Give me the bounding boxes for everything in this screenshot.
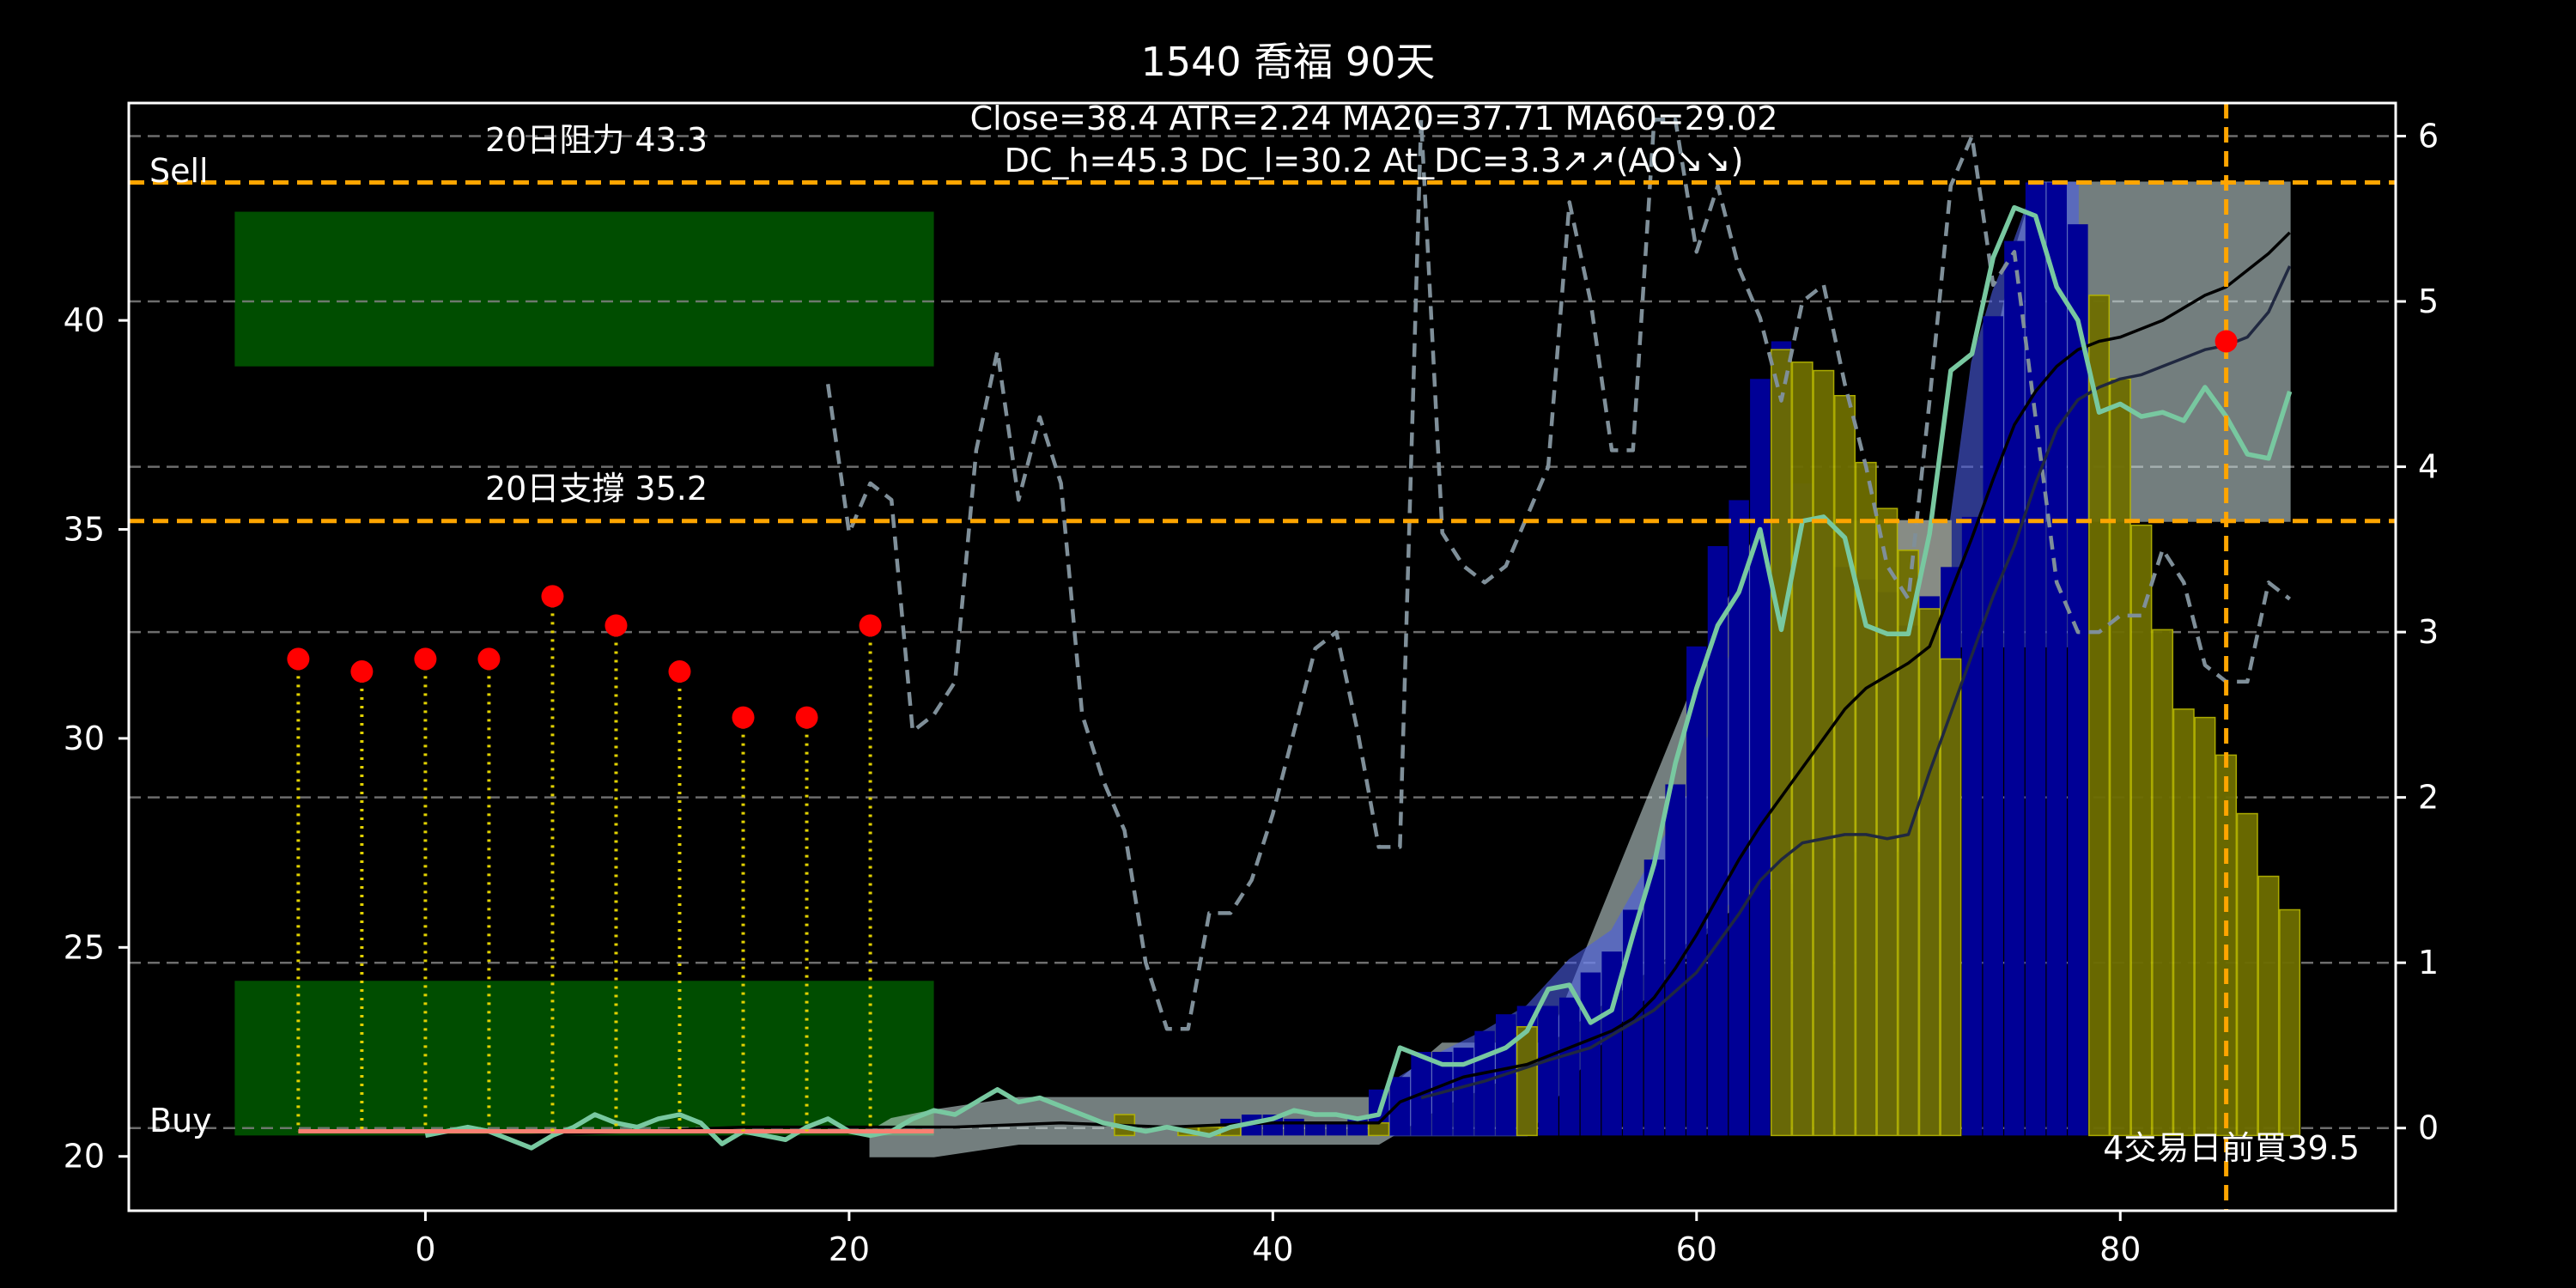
y2-tick-label: 4 — [2418, 448, 2439, 486]
x-tick-label: 40 — [1252, 1230, 1293, 1268]
blue-bar — [1559, 997, 1580, 1136]
olive-bar — [1368, 1122, 1390, 1137]
signal-point — [477, 647, 501, 671]
y2-tick-label: 3 — [2418, 613, 2439, 651]
signal-point — [795, 706, 818, 729]
signal-point — [287, 647, 310, 671]
blue-bar — [1750, 379, 1771, 1136]
sell-zone — [234, 211, 934, 367]
blue-bar — [1707, 546, 1728, 1136]
y2-tick-label: 6 — [2418, 118, 2439, 155]
olive-bar — [1791, 361, 1814, 1137]
olive-bar — [2194, 716, 2216, 1137]
signal-point — [668, 660, 691, 683]
blue-bar — [1961, 516, 1983, 1136]
olive-bar — [2172, 708, 2195, 1137]
blue-bar — [1580, 972, 1601, 1136]
olive-bar — [1516, 1026, 1538, 1137]
chart-title: 1540 喬福 90天 — [1141, 39, 1436, 85]
blue-bar — [1347, 1118, 1368, 1136]
signal-point — [350, 660, 374, 683]
blue-bar — [1326, 1122, 1347, 1136]
support-label: 20日支撐 35.2 — [485, 470, 708, 507]
olive-bar — [2152, 629, 2174, 1137]
buy-zone — [234, 981, 934, 1136]
signal-point — [2215, 330, 2238, 353]
olive-bar — [1918, 608, 1941, 1137]
stats-line-2: DC_h=45.3 DC_l=30.2 At_DC=3.3↗↗(AO↘↘) — [1005, 142, 1744, 179]
olive-bar — [2109, 378, 2131, 1137]
blue-bar — [2004, 240, 2025, 1136]
signal-point — [414, 647, 437, 671]
bottom-note: 4交易日前買39.5 — [2103, 1129, 2360, 1167]
y-tick-label: 40 — [64, 301, 105, 339]
blue-bar — [1538, 1005, 1558, 1136]
x-tick-label: 60 — [1676, 1230, 1717, 1268]
y2-tick-label: 1 — [2418, 944, 2439, 981]
resistance-label: 20日阻力 43.3 — [485, 121, 708, 159]
y2-tick-label: 2 — [2418, 779, 2439, 817]
signal-point — [541, 585, 564, 608]
blue-bar — [1389, 1077, 1411, 1136]
olive-bar — [2236, 812, 2258, 1137]
stats-line-1: Close=38.4 ATR=2.24 MA20=37.71 MA60=29.0… — [970, 100, 1778, 137]
olive-bar — [1771, 349, 1792, 1137]
signal-point — [732, 706, 755, 729]
olive-bar — [1876, 507, 1899, 1137]
x-tick-label: 80 — [2099, 1230, 2141, 1268]
olive-bar — [1855, 461, 1877, 1137]
blue-bar — [1284, 1118, 1304, 1136]
olive-bar — [2279, 908, 2301, 1137]
blue-bar — [2046, 182, 2067, 1136]
y-tick-label: 25 — [64, 928, 105, 966]
olive-bar — [1834, 395, 1856, 1137]
y-tick-label: 35 — [64, 511, 105, 549]
blue-bar — [1304, 1122, 1326, 1136]
x-tick-label: 0 — [415, 1230, 435, 1268]
signal-point — [605, 614, 628, 637]
blue-bar — [1983, 316, 2003, 1136]
olive-bar — [1898, 550, 1919, 1137]
olive-bar — [2088, 295, 2111, 1137]
buy-label: Buy — [149, 1102, 212, 1139]
y-tick-label: 30 — [64, 720, 105, 757]
stock-chart: 0 20 40 60 80 20 25 30 35 40 0 1 2 3 4 5 6 1540 喬福 90天 Cl… — [0, 0, 2576, 1288]
y-tick-label: 20 — [64, 1138, 105, 1176]
blue-bar — [2025, 182, 2046, 1136]
y2-tick-label: 5 — [2418, 283, 2439, 320]
olive-bar — [2257, 875, 2280, 1137]
olive-bar — [1813, 369, 1835, 1137]
sell-label: Sell — [149, 152, 209, 190]
signal-point — [859, 614, 882, 637]
x-tick-label: 20 — [829, 1230, 870, 1268]
y2-tick-label: 0 — [2418, 1109, 2439, 1147]
